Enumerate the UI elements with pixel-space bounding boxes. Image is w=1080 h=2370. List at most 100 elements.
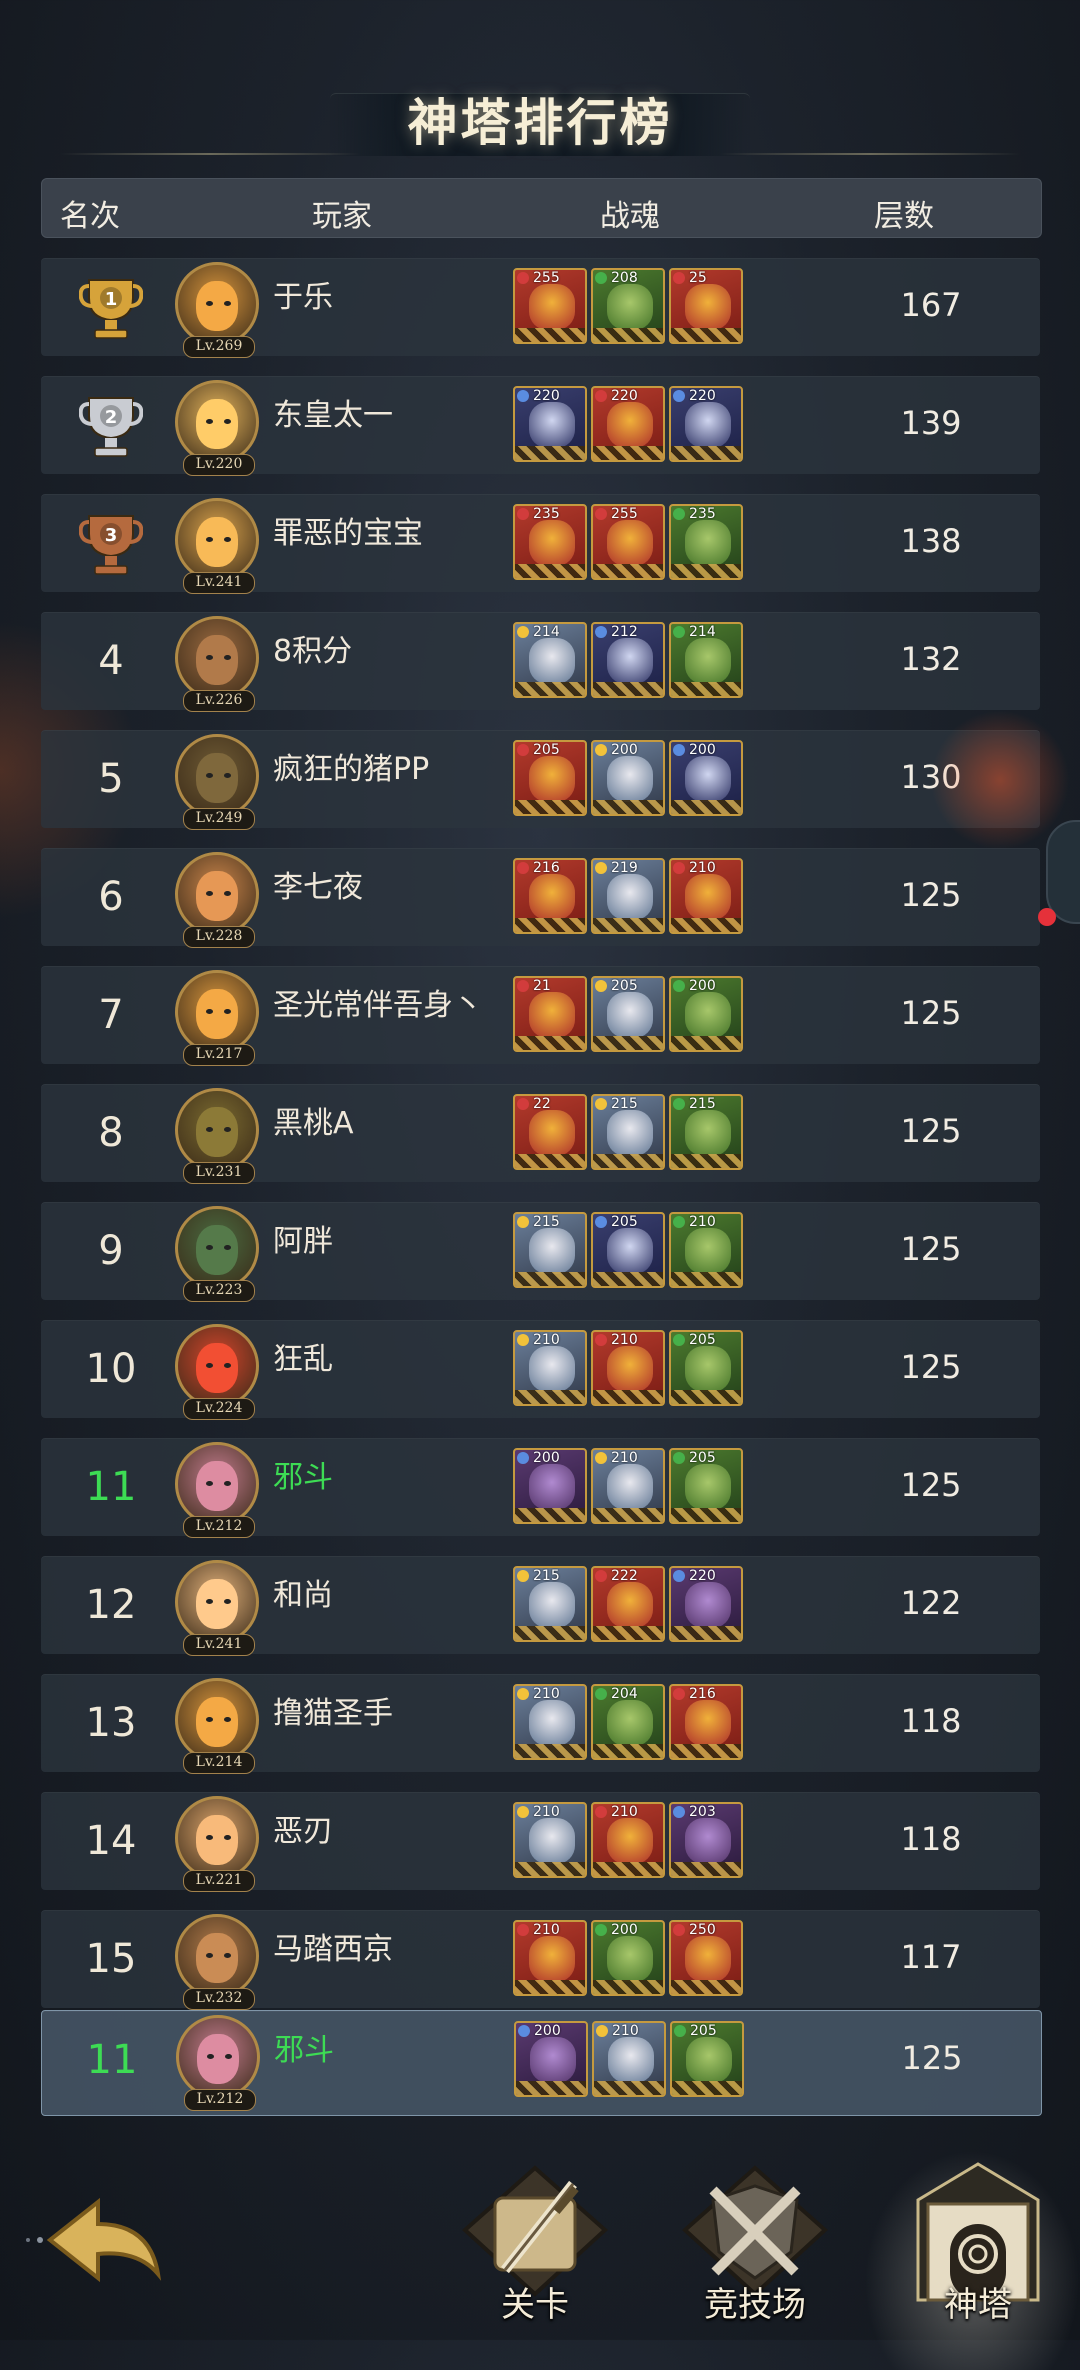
nav-tower-button[interactable]: 神塔 xyxy=(864,2150,1080,2370)
table-row[interactable]: 6 Lv.228 李七夜 216 219 210 125 xyxy=(41,848,1040,948)
avatar-eye xyxy=(206,1717,213,1722)
player-avatar[interactable] xyxy=(175,1442,259,1526)
soul-star-rank xyxy=(516,2081,586,2095)
table-row[interactable]: 14 Lv.221 恶刃 210 210 203 118 xyxy=(41,1792,1040,1892)
soul-card[interactable]: 210 xyxy=(669,1212,743,1288)
table-row[interactable]: 5Lv.249疯狂的猪PP205200200130 xyxy=(41,730,1040,830)
soul-card[interactable]: 215 xyxy=(669,1094,743,1170)
soul-card[interactable]: 220 xyxy=(669,386,743,462)
player-avatar[interactable] xyxy=(175,970,259,1054)
soul-card[interactable]: 200 xyxy=(669,976,743,1052)
soul-card[interactable]: 255 xyxy=(591,504,665,580)
soul-star-rank xyxy=(593,564,663,578)
soul-card[interactable]: 210 xyxy=(513,1920,587,1996)
soul-card[interactable]: 200 xyxy=(514,2021,588,2097)
soul-star-rank xyxy=(672,2081,742,2095)
soul-card[interactable]: 222 xyxy=(591,1566,665,1642)
soul-card[interactable]: 214 xyxy=(669,622,743,698)
soul-card[interactable]: 210 xyxy=(669,858,743,934)
soul-card[interactable]: 204 xyxy=(591,1684,665,1760)
table-row[interactable]: 13 Lv.214 撸猫圣手 210 204 216 118 xyxy=(41,1674,1040,1774)
player-avatar[interactable] xyxy=(175,734,259,818)
soul-card[interactable]: 212 xyxy=(591,622,665,698)
soul-card[interactable]: 210 xyxy=(513,1684,587,1760)
player-avatar[interactable] xyxy=(175,852,259,936)
player-avatar[interactable] xyxy=(175,1088,259,1172)
soul-card[interactable]: 22 xyxy=(513,1094,587,1170)
soul-card[interactable]: 210 xyxy=(591,1802,665,1878)
soul-star-rank xyxy=(671,564,741,578)
player-avatar[interactable] xyxy=(175,1206,259,1290)
soul-card[interactable]: 205 xyxy=(670,2021,744,2097)
soul-card[interactable]: 210 xyxy=(592,2021,666,2097)
table-row[interactable]: 1 Lv.269 于乐 255 208 25 167 xyxy=(41,258,1040,358)
soul-star-rank xyxy=(593,446,663,460)
player-level-badge: Lv.212 xyxy=(183,1516,255,1538)
soul-card[interactable]: 219 xyxy=(591,858,665,934)
player-avatar[interactable] xyxy=(175,262,259,346)
soul-card[interactable]: 200 xyxy=(513,1448,587,1524)
table-row[interactable]: 4 Lv.226 8积分 214 212 214 132 xyxy=(41,612,1040,712)
table-row[interactable]: 11 Lv.212 邪斗 200 210 205 125 xyxy=(41,1438,1040,1538)
soul-card[interactable]: 220 xyxy=(513,386,587,462)
table-row[interactable]: 12 Lv.241 和尚 215 222 220 122 xyxy=(41,1556,1040,1656)
table-row[interactable]: 8 Lv.231 黑桃A 22 215 215 125 xyxy=(41,1084,1040,1184)
soul-card[interactable]: 210 xyxy=(513,1802,587,1878)
player-avatar[interactable] xyxy=(175,380,259,464)
soul-card[interactable]: 220 xyxy=(591,386,665,462)
back-button[interactable] xyxy=(20,2170,170,2310)
soul-card[interactable]: 210 xyxy=(591,1448,665,1524)
soul-card[interactable]: 200 xyxy=(591,1920,665,1996)
soul-card[interactable]: 215 xyxy=(591,1094,665,1170)
soul-portrait xyxy=(685,520,731,566)
soul-card[interactable]: 216 xyxy=(669,1684,743,1760)
table-row[interactable]: 15 Lv.232 马踏西京 210 200 250 117 xyxy=(41,1910,1040,2010)
soul-card[interactable]: 25 xyxy=(669,268,743,344)
soul-card[interactable]: 208 xyxy=(591,268,665,344)
table-row[interactable]: 9 Lv.223 阿胖 215 205 210 125 xyxy=(41,1202,1040,1302)
soul-card[interactable]: 200 xyxy=(669,740,743,816)
nav-arena-button[interactable]: 竞技场 xyxy=(675,2160,835,2330)
my-rank-row[interactable]: 11 Lv.212 邪斗 200 210 205 125 xyxy=(41,2010,1042,2116)
soul-card[interactable]: 214 xyxy=(513,622,587,698)
soul-card[interactable]: 21 xyxy=(513,976,587,1052)
soul-card[interactable]: 235 xyxy=(669,504,743,580)
player-avatar[interactable] xyxy=(176,2015,260,2099)
table-row[interactable]: 10 Lv.224 狂乱 210 210 205 125 xyxy=(41,1320,1040,1420)
rank-number: 12 xyxy=(85,1582,137,1628)
soul-card[interactable]: 220 xyxy=(669,1566,743,1642)
player-avatar[interactable] xyxy=(175,1560,259,1644)
soul-card[interactable]: 205 xyxy=(669,1448,743,1524)
player-avatar[interactable] xyxy=(175,1324,259,1408)
soul-card[interactable]: 203 xyxy=(669,1802,743,1878)
player-avatar[interactable] xyxy=(175,616,259,700)
soul-card[interactable]: 210 xyxy=(591,1330,665,1406)
avatar-eye xyxy=(224,1953,231,1958)
player-avatar[interactable] xyxy=(175,498,259,582)
soul-card[interactable]: 250 xyxy=(669,1920,743,1996)
soul-lineup: 200 210 205 xyxy=(514,2021,754,2097)
player-avatar[interactable] xyxy=(175,1678,259,1762)
player-name: 圣光常伴吾身丶 xyxy=(273,988,483,1023)
player-avatar[interactable] xyxy=(175,1914,259,1998)
soul-card[interactable]: 215 xyxy=(513,1566,587,1642)
nav-level-button[interactable]: 关卡 xyxy=(455,2160,615,2330)
player-avatar[interactable] xyxy=(175,1796,259,1880)
soul-portrait xyxy=(685,1582,731,1628)
bottom-nav: 关卡 竞技场 神塔 xyxy=(0,2110,1080,2370)
soul-lineup: 22 215 215 xyxy=(513,1094,753,1170)
soul-card[interactable]: 205 xyxy=(591,1212,665,1288)
soul-card[interactable]: 210 xyxy=(513,1330,587,1406)
table-row[interactable]: 7 Lv.217 圣光常伴吾身丶 21 205 200 125 xyxy=(41,966,1040,1066)
soul-card[interactable]: 205 xyxy=(591,976,665,1052)
soul-card[interactable]: 215 xyxy=(513,1212,587,1288)
table-row[interactable]: 2 Lv.220 东皇太一 220 220 220 139 xyxy=(41,376,1040,476)
soul-card[interactable]: 200 xyxy=(591,740,665,816)
table-row[interactable]: 3 Lv.241 罪恶的宝宝 235 255 235 138 xyxy=(41,494,1040,594)
soul-card[interactable]: 205 xyxy=(669,1330,743,1406)
soul-card[interactable]: 205 xyxy=(513,740,587,816)
notification-dot xyxy=(1038,908,1056,926)
soul-card[interactable]: 235 xyxy=(513,504,587,580)
soul-card[interactable]: 255 xyxy=(513,268,587,344)
soul-card[interactable]: 216 xyxy=(513,858,587,934)
